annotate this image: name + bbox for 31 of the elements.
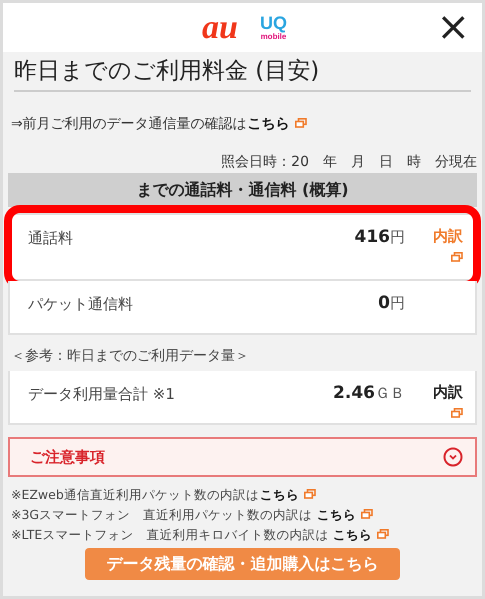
section-heading: までの通話料・通信料 (概算) <box>8 173 477 207</box>
note-text: ※3Gスマートフォン 直近利用パケット数の内訳は こちら <box>11 505 477 524</box>
uq-logo: UQ <box>260 14 287 32</box>
fee-label: データ利用量合計 ※1 <box>28 384 176 404</box>
fee-amount: 416円 <box>354 227 405 247</box>
caution-panel[interactable]: ご注意事項 <box>8 437 477 477</box>
note-text: ※LTEスマートフォン 直近利用キロバイト数の内訳は こちら <box>11 525 477 544</box>
uq-logo-caption: mobile <box>260 32 286 40</box>
external-link-icon <box>304 489 316 499</box>
link[interactable]: こちら <box>260 487 299 502</box>
external-link-icon <box>294 118 307 128</box>
fee-label: パケット通信料 <box>28 294 134 314</box>
external-link-icon <box>361 509 374 519</box>
page-title: 昨日までのご利用料金 (目安) <box>14 52 471 92</box>
fee-amount: 0円 <box>378 293 405 313</box>
external-link-icon <box>451 252 463 262</box>
timestamp: 照会日時：20 年 月 日 時 分現在 <box>220 153 477 171</box>
section-label: ＜参考：昨日までのご利用データ量＞ <box>11 347 250 365</box>
fee-amount: 2.46 ＧＢ <box>333 383 405 403</box>
breakdown-link[interactable]: 内訳 <box>433 383 463 402</box>
expand-icon[interactable] <box>443 447 463 467</box>
fee-label: 通話料 <box>28 228 74 248</box>
note-text: ⇒前月ご利用のデータ通信量の確認は こちら <box>11 115 477 133</box>
note-text: ※EZweb通信直近利用パケット数の内訳は こちら <box>11 485 477 504</box>
au-logo: au <box>202 12 238 42</box>
external-link-icon <box>377 529 390 539</box>
link[interactable]: こちら <box>248 116 290 132</box>
close-button[interactable]: × <box>432 7 474 47</box>
external-link-icon <box>451 408 463 418</box>
link[interactable]: こちら <box>317 507 356 522</box>
link[interactable]: こちら <box>333 527 372 542</box>
